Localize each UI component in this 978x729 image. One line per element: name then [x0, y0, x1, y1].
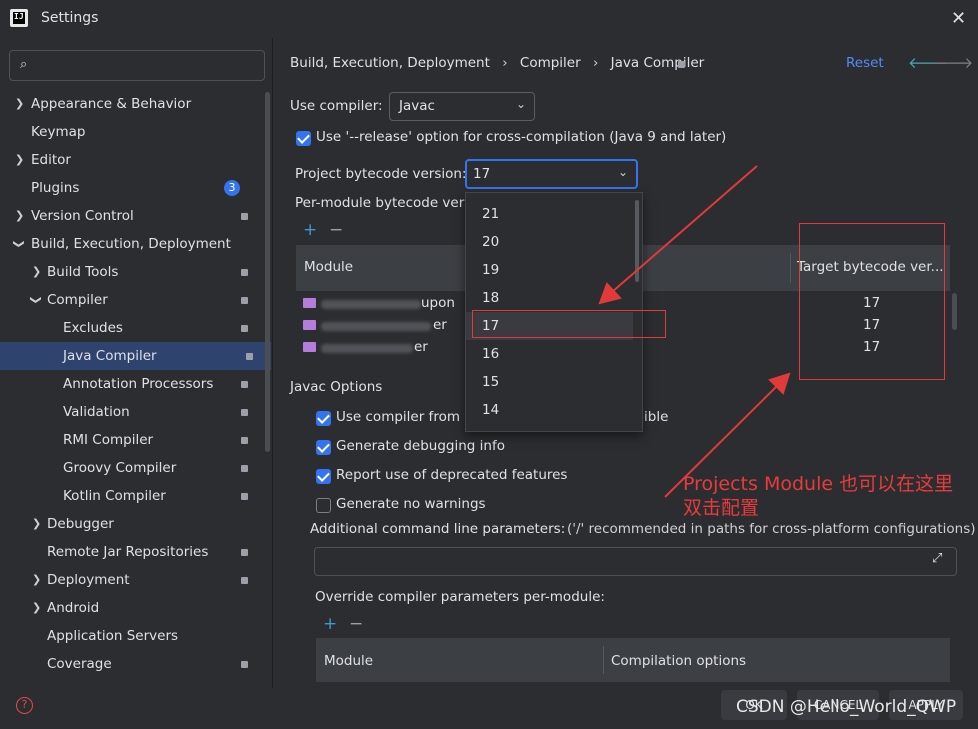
help-icon[interactable]: ? [16, 697, 33, 714]
annotation-arrow-line [611, 165, 758, 293]
annotation-line: 双击配置 [683, 497, 760, 519]
app-icon-label: IJ [14, 12, 24, 21]
annotation-arrows [598, 165, 791, 498]
annotation-text: Projects Module 也可以在这里 双击配置 [683, 472, 953, 520]
annotation-line: Projects Module 也可以在这里 [683, 473, 954, 495]
csdn-watermark: CSDN @Hello_World_QWP [736, 697, 957, 717]
